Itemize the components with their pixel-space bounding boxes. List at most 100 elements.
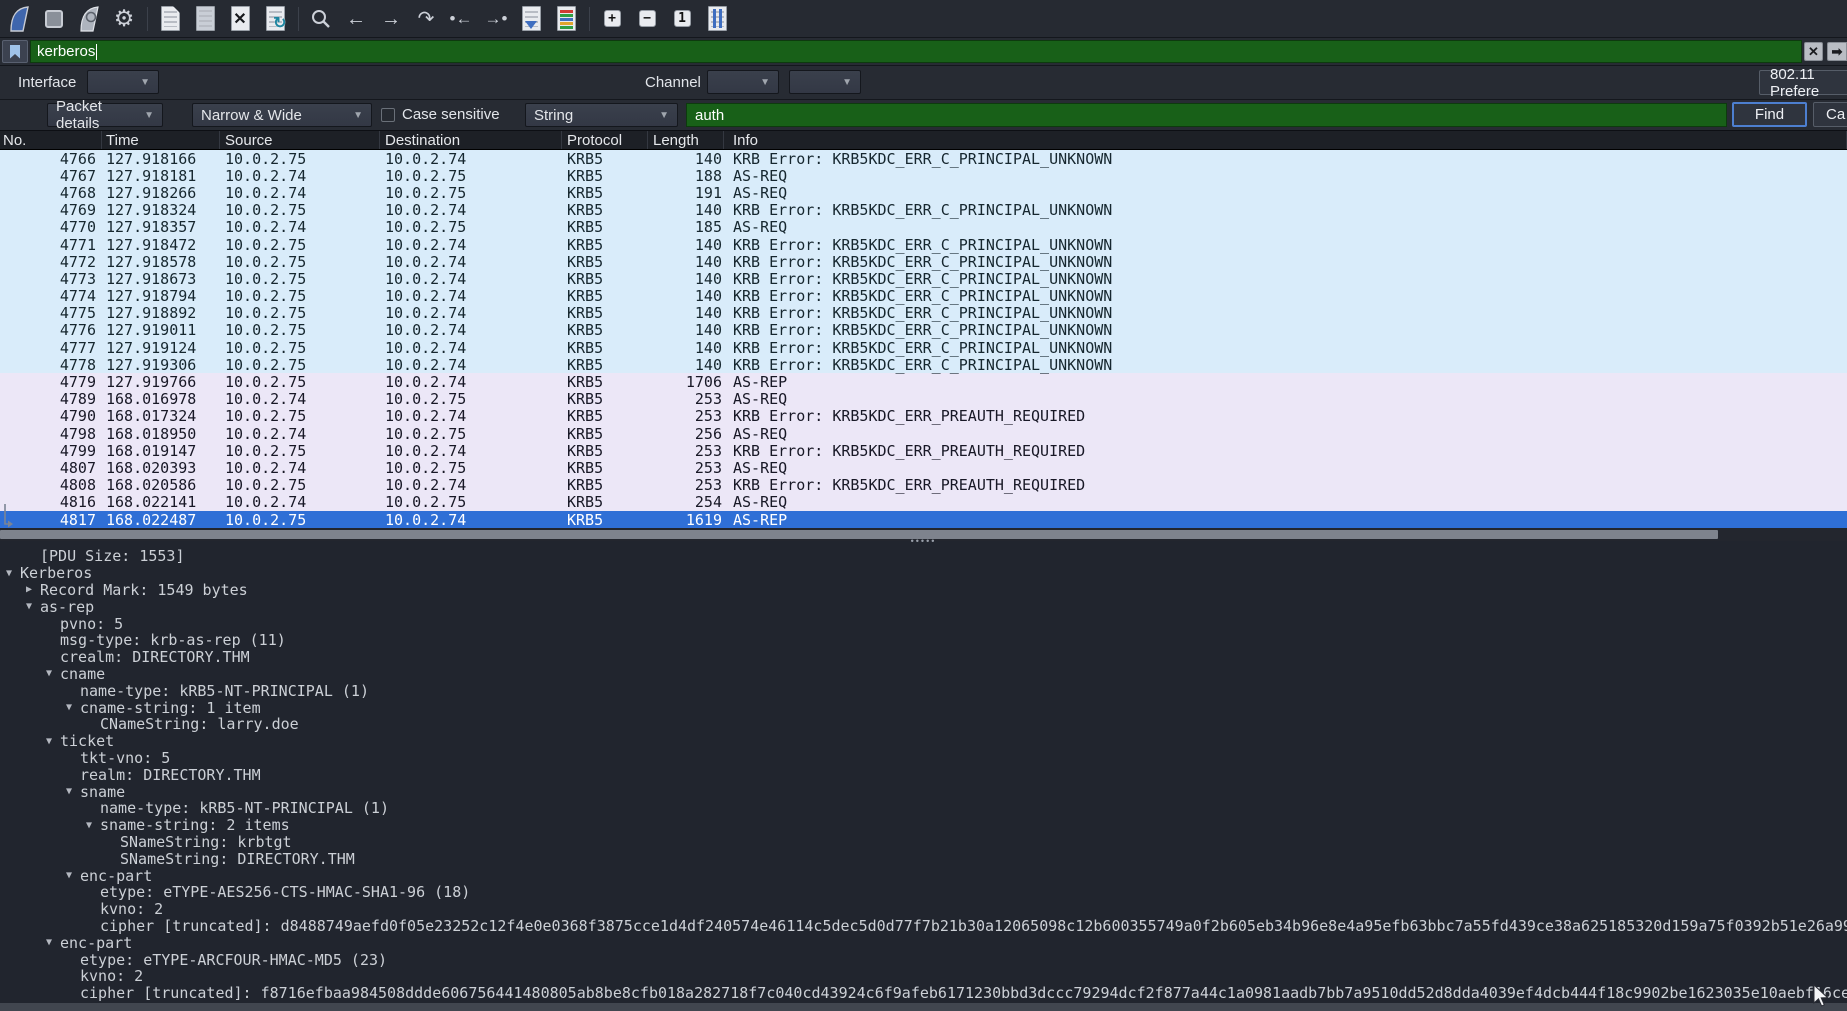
detail-row[interactable]: cipher [truncated]: d8488749aefd0f05e232… — [0, 918, 1847, 935]
column-header-time[interactable]: Time — [102, 131, 220, 149]
detail-row[interactable]: etype: eTYPE-AES256-CTS-HMAC-SHA1-96 (18… — [0, 884, 1847, 901]
detail-row[interactable]: ▼ticket — [0, 733, 1847, 750]
packet-row[interactable]: 4768127.91826610.0.2.7410.0.2.75KRB5191A… — [0, 184, 1847, 201]
packet-row[interactable]: 4798168.01895010.0.2.7410.0.2.75KRB5256A… — [0, 425, 1847, 442]
detail-row[interactable]: kvno: 2 — [0, 968, 1847, 985]
expand-open-icon[interactable]: ▼ — [86, 820, 100, 831]
packet-row[interactable]: 4790168.01732410.0.2.7510.0.2.74KRB5253K… — [0, 408, 1847, 425]
expand-open-icon[interactable]: ▼ — [46, 937, 60, 948]
packet-row[interactable]: 4766127.91816610.0.2.7510.0.2.74KRB5140K… — [0, 150, 1847, 167]
detail-row[interactable]: ▼Kerberos — [0, 565, 1847, 582]
packet-row-selected[interactable]: 4817168.02248710.0.2.7510.0.2.74KRB51619… — [0, 511, 1847, 528]
column-header-protocol[interactable]: Protocol — [562, 131, 648, 149]
packet-row[interactable]: 4779127.91976610.0.2.7510.0.2.74KRB51706… — [0, 373, 1847, 390]
find-button[interactable]: Find — [1732, 102, 1807, 127]
detail-row[interactable]: crealm: DIRECTORY.THM — [0, 649, 1847, 666]
detail-row[interactable]: SNameString: DIRECTORY.THM — [0, 850, 1847, 867]
detail-row[interactable]: ▼sname — [0, 783, 1847, 800]
auto-scroll-icon[interactable] — [516, 4, 546, 34]
packet-row[interactable]: 4816168.02214110.0.2.7410.0.2.75KRB5254A… — [0, 494, 1847, 511]
find-packet-icon[interactable] — [306, 4, 336, 34]
packet-row[interactable]: 4771127.91847210.0.2.7510.0.2.74KRB5140K… — [0, 236, 1847, 253]
packet-row[interactable]: 4776127.91901110.0.2.7510.0.2.74KRB5140K… — [0, 322, 1847, 339]
detail-row[interactable]: kvno: 2 — [0, 901, 1847, 918]
open-file-icon[interactable] — [155, 4, 185, 34]
detail-row[interactable]: msg-type: krb-as-rep (11) — [0, 632, 1847, 649]
go-first-packet-icon[interactable]: •← — [446, 4, 476, 34]
detail-row[interactable]: ▼as-rep — [0, 598, 1847, 615]
detail-row[interactable]: tkt-vno: 5 — [0, 750, 1847, 767]
find-scope-dropdown[interactable]: Packet details▼ — [47, 103, 163, 127]
packet-row[interactable]: 4770127.91835710.0.2.7410.0.2.75KRB5185A… — [0, 219, 1847, 236]
packet-row[interactable]: 4808168.02058610.0.2.7510.0.2.74KRB5253K… — [0, 477, 1847, 494]
detail-row[interactable]: cipher [truncated]: f8716efbaa984508ddde… — [0, 985, 1847, 1002]
expand-open-icon[interactable]: ▼ — [66, 870, 80, 881]
detail-row[interactable]: ▼enc-part — [0, 934, 1847, 951]
packet-row[interactable]: 4777127.91912410.0.2.7510.0.2.74KRB5140K… — [0, 339, 1847, 356]
packet-row[interactable]: 4773127.91867310.0.2.7510.0.2.74KRB5140K… — [0, 270, 1847, 287]
go-to-packet-icon[interactable]: ↷ — [411, 4, 441, 34]
expand-open-icon[interactable]: ▼ — [6, 568, 20, 579]
packet-row[interactable]: 4807168.02039310.0.2.7410.0.2.75KRB5253A… — [0, 459, 1847, 476]
capture-options-icon[interactable]: ⚙ — [109, 4, 139, 34]
expand-open-icon[interactable]: ▼ — [46, 668, 60, 679]
detail-row[interactable]: etype: eTYPE-ARCFOUR-HMAC-MD5 (23) — [0, 951, 1847, 968]
go-last-packet-icon[interactable]: →• — [481, 4, 511, 34]
details-hscrollbar[interactable] — [0, 1003, 1847, 1011]
detail-row[interactable]: [PDU Size: 1553] — [0, 548, 1847, 565]
restart-capture-icon[interactable] — [74, 4, 104, 34]
detail-row[interactable]: ▼sname-string: 2 items — [0, 817, 1847, 834]
close-file-icon[interactable]: ✕ — [225, 4, 255, 34]
detail-row[interactable]: ▼cname — [0, 666, 1847, 683]
packet-row[interactable]: 4772127.91857810.0.2.7510.0.2.74KRB5140K… — [0, 253, 1847, 270]
go-forward-icon[interactable]: → — [376, 4, 406, 34]
zoom-original-icon[interactable]: 1 — [667, 4, 697, 34]
packet-row[interactable]: 4799168.01914710.0.2.7510.0.2.74KRB5253K… — [0, 442, 1847, 459]
column-header-info[interactable]: Info — [724, 131, 1847, 149]
detail-row[interactable]: ▶Record Mark: 1549 bytes — [0, 582, 1847, 599]
packet-row[interactable]: 4789168.01697810.0.2.7410.0.2.75KRB5253A… — [0, 391, 1847, 408]
detail-row[interactable]: name-type: kRB5-NT-PRINCIPAL (1) — [0, 682, 1847, 699]
find-type-dropdown[interactable]: String▼ — [525, 103, 678, 127]
save-file-icon[interactable] — [190, 4, 220, 34]
hscrollbar-thumb[interactable] — [0, 530, 1718, 539]
filter-clear-button[interactable]: ✕ — [1804, 42, 1823, 61]
detail-row[interactable]: name-type: kRB5-NT-PRINCIPAL (1) — [0, 800, 1847, 817]
packet-row[interactable]: 4769127.91832410.0.2.7510.0.2.74KRB5140K… — [0, 202, 1847, 219]
interface-dropdown[interactable]: ▼ — [87, 70, 159, 94]
packet-list-hscrollbar[interactable]: ••••• — [0, 528, 1847, 541]
find-input[interactable]: auth — [686, 103, 1727, 127]
wireless-preferences-button[interactable]: 802.11 Prefere — [1759, 70, 1847, 95]
detail-row[interactable]: ▼enc-part — [0, 867, 1847, 884]
wireshark-start-capture-icon[interactable] — [4, 4, 34, 34]
zoom-in-icon[interactable]: + — [597, 4, 627, 34]
packet-row[interactable]: 4767127.91818110.0.2.7410.0.2.75KRB5188A… — [0, 167, 1847, 184]
packet-row[interactable]: 4775127.91889210.0.2.7510.0.2.74KRB5140K… — [0, 305, 1847, 322]
cancel-button[interactable]: Ca — [1813, 102, 1847, 127]
detail-row[interactable]: realm: DIRECTORY.THM — [0, 766, 1847, 783]
column-header-destination[interactable]: Destination — [380, 131, 562, 149]
zoom-out-icon[interactable]: − — [632, 4, 662, 34]
channel-dropdown[interactable]: ▼ — [707, 70, 779, 94]
go-back-icon[interactable]: ← — [341, 4, 371, 34]
find-charwidth-dropdown[interactable]: Narrow & Wide▼ — [192, 103, 372, 127]
expand-closed-icon[interactable]: ▶ — [26, 584, 40, 595]
column-header-no[interactable]: No. — [0, 131, 102, 149]
column-header-source[interactable]: Source — [220, 131, 380, 149]
pane-splitter-handle[interactable]: ••••• — [911, 537, 937, 546]
packet-row[interactable]: 4778127.91930610.0.2.7510.0.2.74KRB5140K… — [0, 356, 1847, 373]
display-filter-input[interactable]: kerberos — [30, 40, 1802, 63]
detail-row[interactable]: pvno: 5 — [0, 615, 1847, 632]
filter-apply-button[interactable]: ➡ — [1827, 42, 1847, 61]
filter-bookmark-button[interactable] — [2, 40, 28, 63]
expand-open-icon[interactable]: ▼ — [66, 702, 80, 713]
detail-row[interactable]: ▼cname-string: 1 item — [0, 699, 1847, 716]
expand-open-icon[interactable]: ▼ — [46, 736, 60, 747]
case-sensitive-checkbox[interactable] — [381, 108, 395, 122]
packet-row[interactable]: 4774127.91879410.0.2.7510.0.2.74KRB5140K… — [0, 288, 1847, 305]
reload-file-icon[interactable]: ↻ — [260, 4, 290, 34]
detail-row[interactable]: SNameString: krbtgt — [0, 834, 1847, 851]
column-header-length[interactable]: Length — [648, 131, 724, 149]
stop-capture-icon[interactable] — [39, 4, 69, 34]
resize-columns-icon[interactable] — [702, 4, 732, 34]
